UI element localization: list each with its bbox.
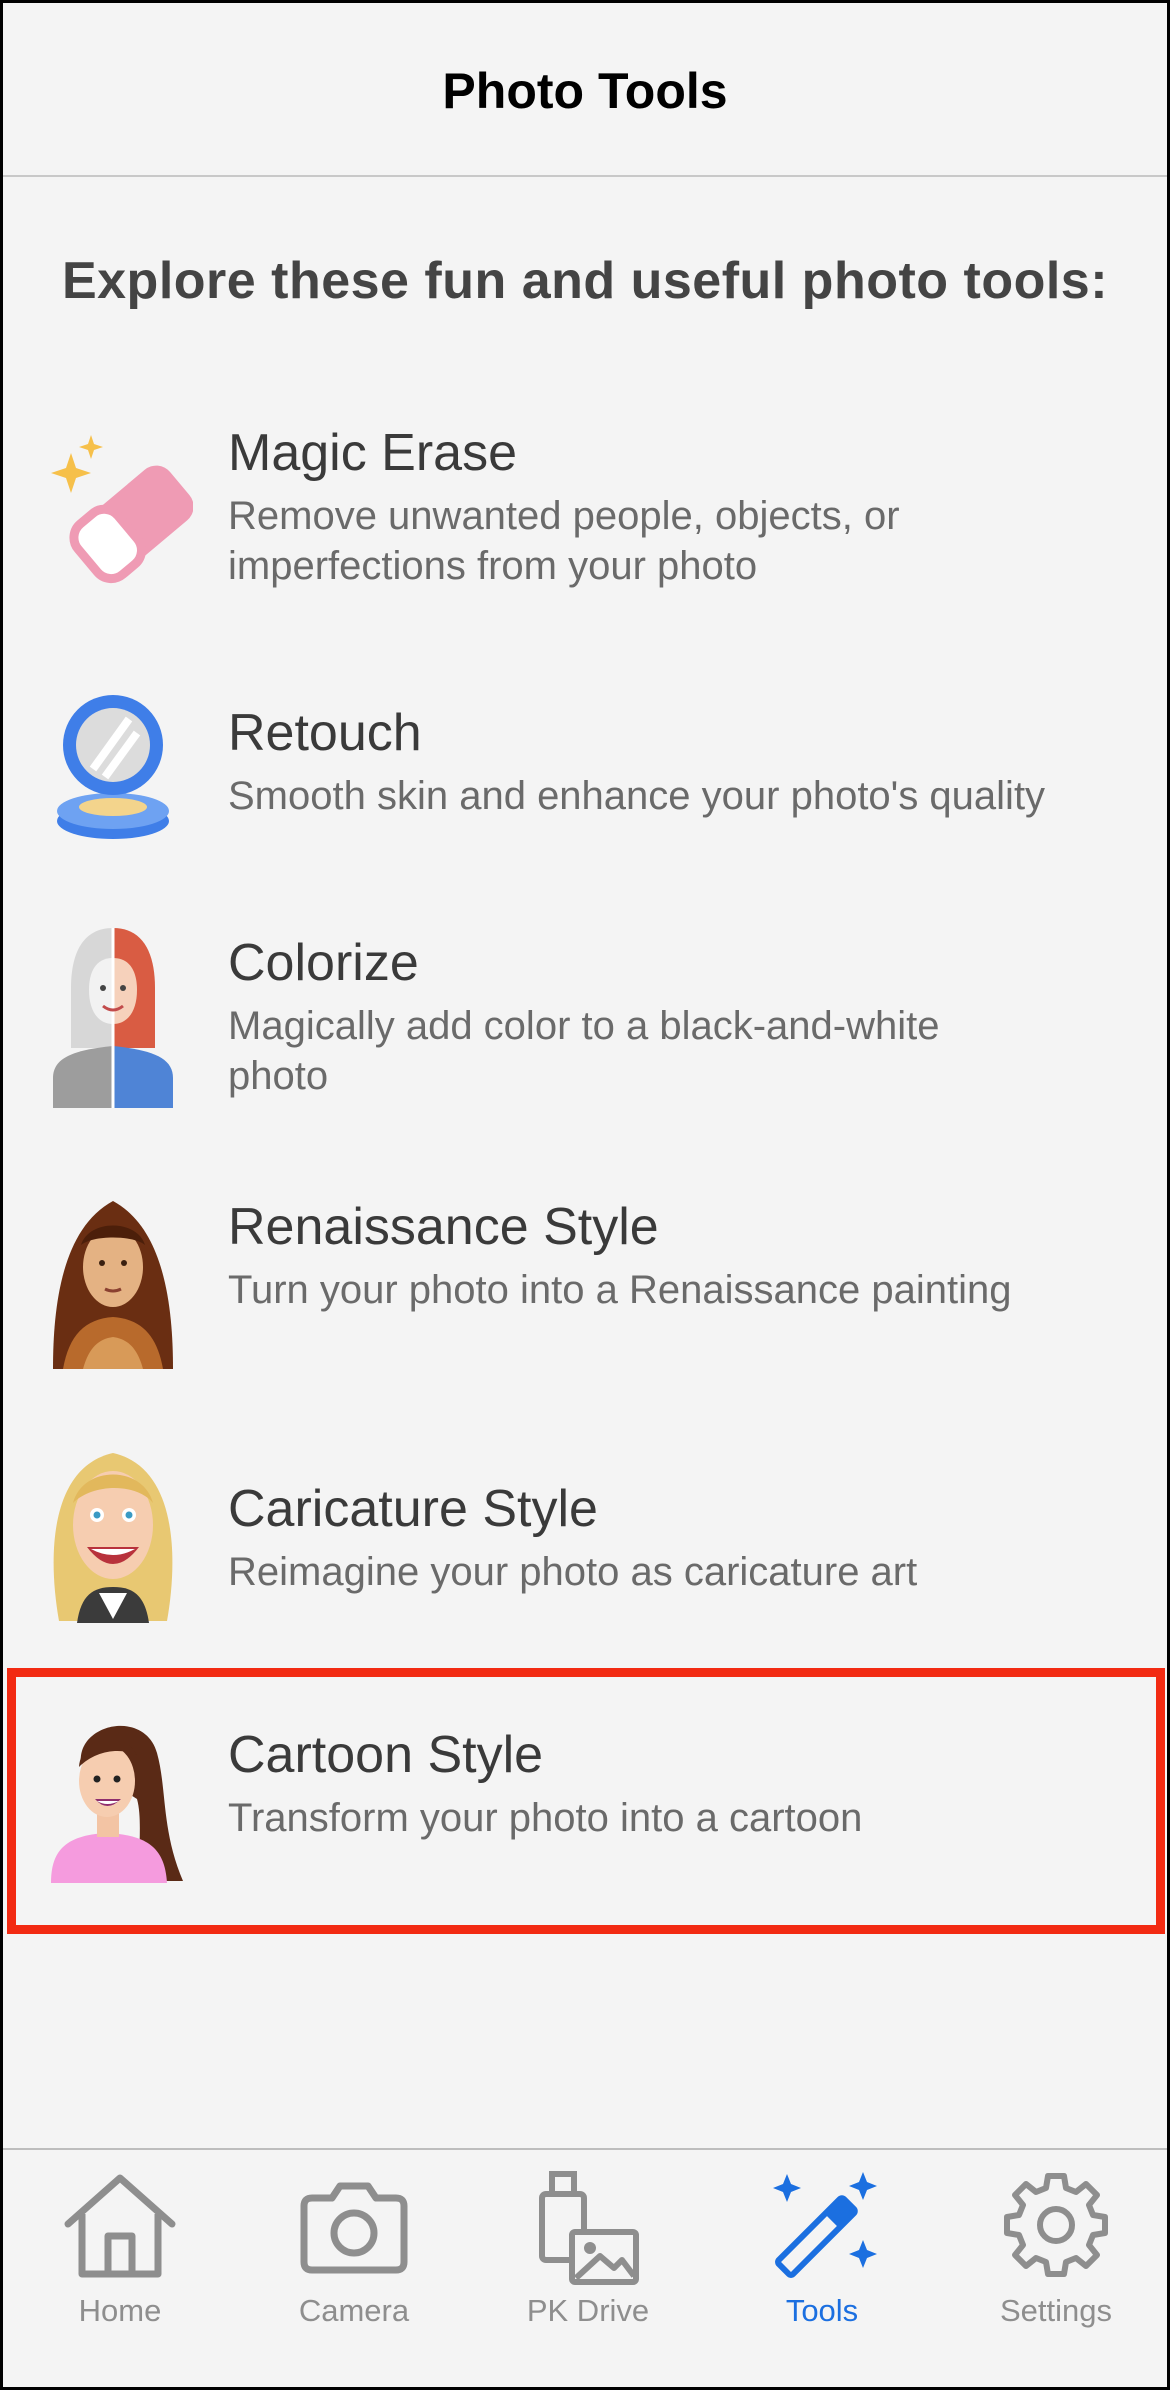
tool-description: Smooth skin and enhance your photo's qua… [228,774,1046,818]
magic-wand-icon [773,2172,877,2278]
tool-name: Colorize [228,934,419,992]
tool-description: Remove unwanted people, objects, or impe… [228,494,900,588]
tool-item-cartoon-style[interactable]: Cartoon Style Transform your photo into … [3,1683,1167,1923]
nav-bar: Photo Tools [3,3,1167,177]
tab-pk-drive[interactable]: PK Drive [471,2150,705,2387]
tool-name: Magic Erase [228,424,517,482]
tab-bar: Home Camera PK Drive Tools Settings [3,2148,1167,2387]
tool-description: Transform your photo into a cartoon [228,1796,863,1840]
tab-label: Home [78,2293,162,2328]
tool-name: Renaissance Style [228,1198,659,1256]
tab-tools[interactable]: Tools [705,2150,939,2387]
cartoon-portrait-icon [51,1725,183,1883]
tool-description: Turn your photo into a Renaissance paint… [228,1268,1012,1312]
caricature-portrait-icon [53,1453,173,1623]
renaissance-portrait-icon [53,1201,173,1369]
tab-label: Camera [298,2293,410,2328]
tool-name: Retouch [228,704,422,762]
tool-description: Magically add color to a black-and-white… [228,1004,940,1098]
colorize-portrait-icon [53,928,173,1108]
tool-item-renaissance-style[interactable]: Renaissance Style Turn your photo into a… [3,1173,1167,1393]
tool-item-colorize[interactable]: Colorize Magically add color to a black-… [3,893,1167,1123]
tool-item-retouch[interactable]: Retouch Smooth skin and enhance your pho… [3,663,1167,863]
tool-item-caricature-style[interactable]: Caricature Style Reimagine your photo as… [3,1423,1167,1643]
drive-icon [539,2171,639,2285]
tab-settings[interactable]: Settings [939,2150,1167,2387]
home-icon [64,2174,176,2278]
tab-label: Settings [999,2293,1112,2328]
eraser-icon [51,435,193,584]
tab-label: PK Drive [526,2293,650,2328]
tab-camera[interactable]: Camera [237,2150,471,2387]
tool-description: Reimagine your photo as caricature art [228,1550,918,1594]
tool-item-magic-erase[interactable]: Magic Erase Remove unwanted people, obje… [3,403,1167,623]
tab-home[interactable]: Home [3,2150,237,2387]
intro-heading: Explore these fun and useful photo tools… [61,252,1109,310]
compact-mirror-icon [57,695,169,839]
app-screen: Photo Tools Explore these fun and useful… [0,0,1170,2390]
tool-name: Caricature Style [228,1480,598,1538]
gear-icon [1004,2173,1108,2277]
camera-icon [300,2182,408,2274]
tab-label: Tools [785,2293,859,2328]
tool-name: Cartoon Style [228,1726,544,1784]
page-title: Photo Tools [442,63,728,119]
